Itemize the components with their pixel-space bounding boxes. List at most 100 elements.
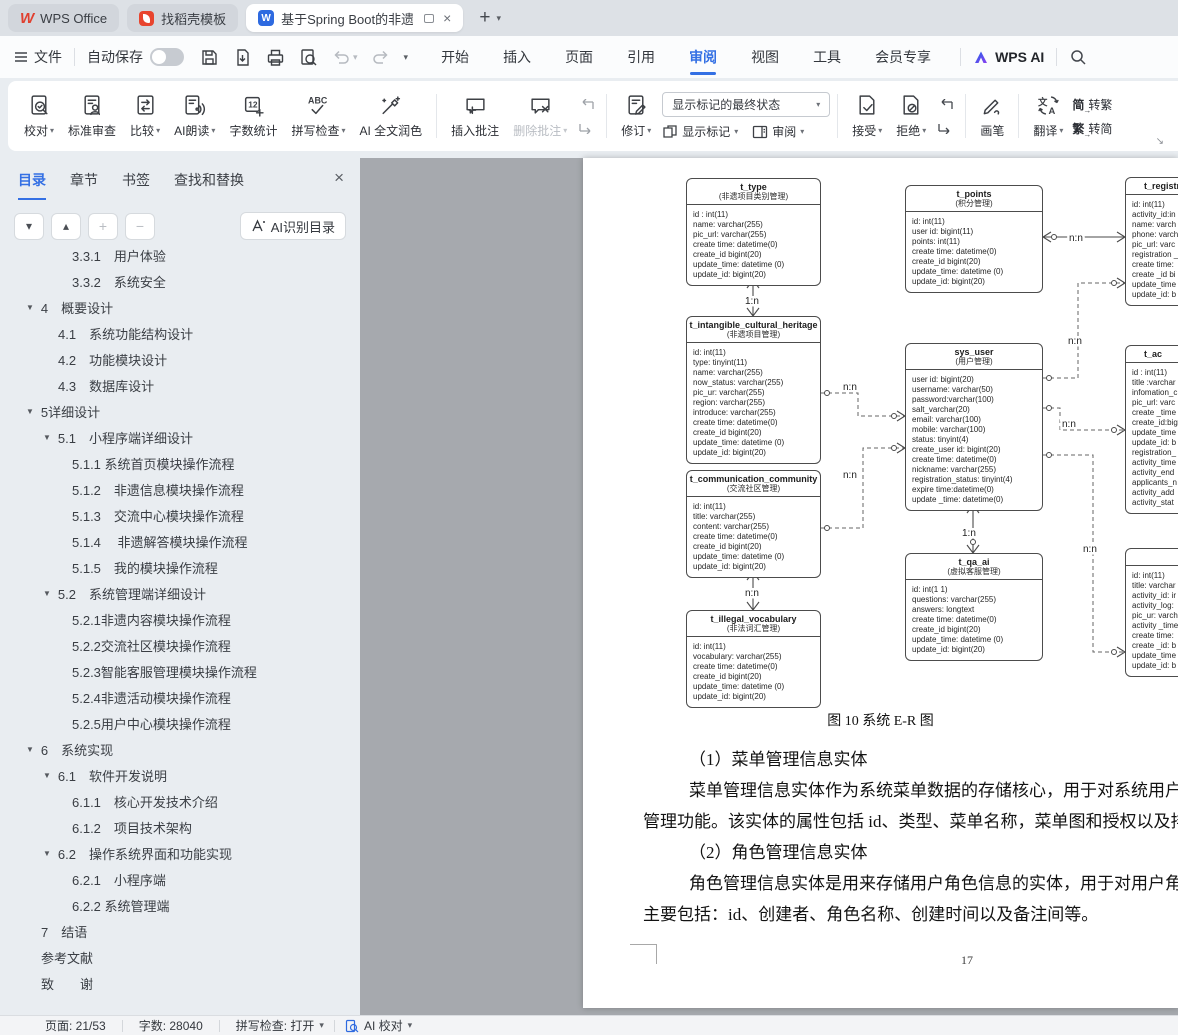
- toc-item[interactable]: 5.1.3 交流中心模块操作流程: [0, 502, 360, 528]
- menu-reference[interactable]: 引用: [610, 36, 672, 78]
- markup-state-select[interactable]: 显示标记的最终状态 ▾: [662, 92, 830, 117]
- collapse-arrow-icon[interactable]: ▼: [43, 849, 51, 858]
- toc-item[interactable]: 6.2.1 小程序端: [0, 866, 360, 892]
- toc-item[interactable]: 5.1.2 非遗信息模块操作流程: [0, 476, 360, 502]
- previous-change-icon[interactable]: [937, 99, 954, 112]
- menu-insert[interactable]: 插入: [486, 36, 548, 78]
- show-markup-button[interactable]: 显示标记▾: [662, 123, 738, 140]
- toc-item[interactable]: ▼6.2 操作系统界面和功能实现: [0, 840, 360, 866]
- toc-item[interactable]: ▼5.2 系统管理端详细设计: [0, 580, 360, 606]
- quickbar-caret-icon[interactable]: ▾: [404, 52, 409, 63]
- toc-item[interactable]: ▼4 概要设计: [0, 294, 360, 320]
- toc-item[interactable]: 3.3.2 系统安全: [0, 268, 360, 294]
- toc-item[interactable]: ▼6.1 软件开发说明: [0, 762, 360, 788]
- save-icon[interactable]: [200, 48, 219, 67]
- accept-button[interactable]: 接受▾: [845, 81, 889, 151]
- collapse-arrow-icon[interactable]: ▼: [43, 589, 51, 598]
- toc-item[interactable]: 3.3.1 用户体验: [0, 242, 360, 268]
- export-pdf-icon[interactable]: [233, 48, 252, 67]
- tab-docer-templates[interactable]: 找稻壳模板: [127, 4, 238, 32]
- toc-previous-button[interactable]: ▴: [51, 213, 81, 240]
- toc-item[interactable]: 4.1 系统功能结构设计: [0, 320, 360, 346]
- collapse-arrow-icon[interactable]: ▼: [26, 303, 34, 312]
- menu-page[interactable]: 页面: [548, 36, 610, 78]
- sidebar-tab-find-replace[interactable]: 查找和替换: [174, 170, 244, 200]
- toc-item[interactable]: 5.1.1 系统首页模块操作流程: [0, 450, 360, 476]
- standard-review-button[interactable]: 标准审查: [61, 81, 123, 151]
- sidebar-tab-bookmarks[interactable]: 书签: [122, 170, 150, 200]
- undo-icon[interactable]: [332, 49, 350, 65]
- collapse-arrow-icon[interactable]: ▼: [26, 407, 34, 416]
- toc-next-button[interactable]: ▾: [14, 213, 44, 240]
- close-tab-icon[interactable]: ×: [443, 11, 451, 25]
- menu-review[interactable]: 审阅: [672, 36, 734, 78]
- toc-item[interactable]: 5.2.5用户中心模块操作流程: [0, 710, 360, 736]
- menu-tools[interactable]: 工具: [796, 36, 858, 78]
- sidebar-tab-toc[interactable]: 目录: [18, 170, 46, 200]
- undo-caret-icon[interactable]: ▾: [353, 52, 358, 63]
- toc-item[interactable]: 6.2.2 系统管理端: [0, 892, 360, 918]
- toc-item[interactable]: ▼5.1 小程序端详细设计: [0, 424, 360, 450]
- menu-home[interactable]: 开始: [424, 36, 486, 78]
- toc-item[interactable]: 6.1.2 项目技术架构: [0, 814, 360, 840]
- toc-item[interactable]: 5.2.2交流社区模块操作流程: [0, 632, 360, 658]
- toc-item[interactable]: 致 谢: [0, 970, 360, 996]
- status-word-count[interactable]: 字数: 28040: [139, 1017, 203, 1034]
- track-changes-button[interactable]: 修订▾: [614, 81, 658, 151]
- reject-button[interactable]: 拒绝▾: [889, 81, 933, 151]
- document-page[interactable]: 1:n n:n n:n n:n n:n n:n n:n 1:n n:n t_ty…: [583, 158, 1178, 1008]
- traditional-to-simplified-button[interactable]: 繁→ 转简: [1072, 120, 1112, 137]
- proofread-button[interactable]: 校对▾: [17, 81, 61, 151]
- status-spell-check[interactable]: 拼写检查: 打开▾: [236, 1017, 324, 1034]
- collapse-arrow-icon[interactable]: ▼: [43, 433, 51, 442]
- tab-document[interactable]: W 基于Spring Boot的非遗科普 ×: [246, 4, 463, 32]
- ai-read-aloud-button[interactable]: AI朗读▾: [167, 81, 222, 151]
- toc-item[interactable]: 本科毕业论文(设计)成绩评定表: [0, 996, 360, 1003]
- toc-item[interactable]: 7 结语: [0, 918, 360, 944]
- wps-ai-button[interactable]: WPS AI: [973, 49, 1044, 65]
- tab-list-caret-icon[interactable]: ▾: [496, 13, 501, 24]
- print-preview-icon[interactable]: [299, 48, 318, 67]
- status-page[interactable]: 页面: 21/53: [45, 1017, 106, 1034]
- toc-collapse-button[interactable]: −: [125, 213, 155, 240]
- word-count-button[interactable]: 12 字数统计: [222, 81, 284, 151]
- autosave-toggle[interactable]: [150, 48, 184, 66]
- next-comment-icon[interactable]: [578, 121, 595, 134]
- toc-item[interactable]: 5.2.3智能客服管理模块操作流程: [0, 658, 360, 684]
- file-menu[interactable]: 文件: [14, 47, 62, 67]
- insert-comment-button[interactable]: 插入批注: [444, 81, 506, 151]
- status-ai-proofread[interactable]: AI 校对▾: [345, 1017, 412, 1034]
- ai-recognize-toc-button[interactable]: AI识别目录: [240, 212, 346, 240]
- toc-item[interactable]: 5.2.4非遗活动模块操作流程: [0, 684, 360, 710]
- translate-button[interactable]: 文A 翻译▾: [1026, 81, 1070, 151]
- new-tab-button[interactable]: +: [479, 7, 490, 29]
- search-icon[interactable]: [1069, 48, 1087, 66]
- collapse-arrow-icon[interactable]: ▼: [26, 745, 34, 754]
- popout-icon[interactable]: [424, 14, 434, 23]
- document-workarea[interactable]: 1:n n:n n:n n:n n:n n:n n:n 1:n n:n t_ty…: [360, 158, 1178, 1015]
- ribbon-expand-icon[interactable]: ↘: [1156, 136, 1164, 147]
- sidebar-tab-chapters[interactable]: 章节: [70, 170, 98, 200]
- tab-wps-office[interactable]: W WPS Office: [8, 4, 119, 32]
- close-sidebar-icon[interactable]: ×: [334, 168, 344, 188]
- print-icon[interactable]: [266, 48, 285, 67]
- toc-item[interactable]: ▼5详细设计: [0, 398, 360, 424]
- ai-polish-button[interactable]: AI 全文润色: [352, 81, 429, 151]
- toc-item[interactable]: 5.1.5 我的模块操作流程: [0, 554, 360, 580]
- toc-item[interactable]: 参考文献: [0, 944, 360, 970]
- compare-button[interactable]: 比较▾: [123, 81, 167, 151]
- toc-item[interactable]: ▼6 系统实现: [0, 736, 360, 762]
- toc-item[interactable]: 4.2 功能模块设计: [0, 346, 360, 372]
- spell-check-button[interactable]: ABC 拼写检查▾: [284, 81, 352, 151]
- toc-item[interactable]: 5.2.1非遗内容模块操作流程: [0, 606, 360, 632]
- toc-expand-button[interactable]: +: [88, 213, 118, 240]
- ink-brush-button[interactable]: 画笔: [973, 81, 1011, 151]
- collapse-arrow-icon[interactable]: ▼: [43, 771, 51, 780]
- toc-item[interactable]: 5.1.4 非遗解答模块操作流程: [0, 528, 360, 554]
- simplified-to-traditional-button[interactable]: 简→ 转繁: [1072, 96, 1112, 113]
- redo-icon[interactable]: [372, 49, 390, 65]
- previous-comment-icon[interactable]: [578, 99, 595, 112]
- review-pane-button[interactable]: 审阅▾: [752, 123, 804, 140]
- toc-item[interactable]: 4.3 数据库设计: [0, 372, 360, 398]
- toc-item[interactable]: 6.1.1 核心开发技术介绍: [0, 788, 360, 814]
